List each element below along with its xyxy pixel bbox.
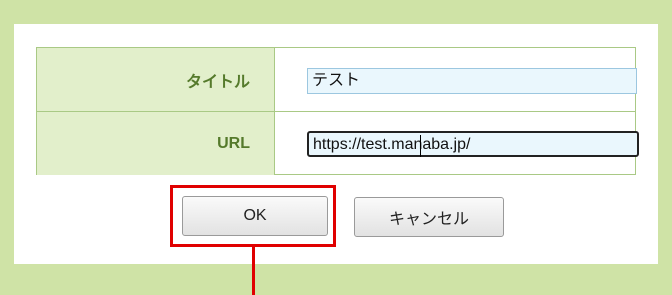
dialog-panel: タイトル テスト URL https://test.manaba.jp/ OK … bbox=[14, 24, 658, 295]
title-label: タイトル bbox=[185, 73, 250, 91]
title-label-cell: タイトル bbox=[37, 48, 275, 111]
ok-button[interactable]: OK bbox=[182, 196, 328, 236]
cancel-button[interactable]: キャンセル bbox=[354, 197, 504, 237]
url-input-value: https://test.manaba.jp/ bbox=[313, 136, 471, 153]
title-input[interactable]: テスト bbox=[307, 68, 637, 94]
url-label-cell: URL bbox=[37, 112, 275, 175]
url-label: URL bbox=[217, 134, 250, 152]
form-table: タイトル テスト URL https://test.manaba.jp/ bbox=[36, 47, 639, 175]
text-cursor bbox=[420, 135, 421, 157]
url-row: URL https://test.manaba.jp/ bbox=[37, 112, 639, 175]
highlight-pointer-line bbox=[252, 247, 255, 295]
url-input[interactable]: https://test.manaba.jp/ bbox=[307, 131, 639, 157]
title-row: タイトル テスト bbox=[37, 48, 637, 112]
